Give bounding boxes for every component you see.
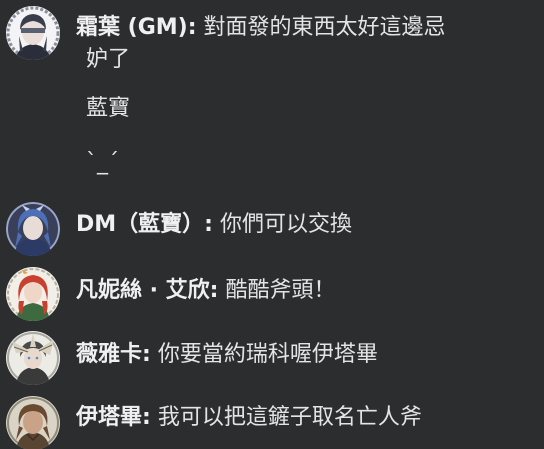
chat-message: 薇雅卡: 你要當約瑞科喔伊塔畢 — [0, 327, 544, 389]
author-name[interactable]: 伊塔畢: — [76, 405, 151, 430]
avatar[interactable] — [6, 267, 60, 321]
author-name[interactable]: 薇雅卡: — [76, 342, 151, 367]
message-text: 你們可以交換 — [219, 212, 352, 237]
masked-character-avatar-icon — [6, 6, 60, 60]
feathered-character-avatar-icon — [6, 331, 60, 385]
message-text-wrap: 妒了 — [86, 47, 131, 72]
author-name[interactable]: DM（藍寶）: — [76, 212, 213, 237]
brown-haired-character-avatar-icon — [6, 396, 60, 449]
message-text-followup: `_´ — [86, 150, 119, 175]
avatar[interactable] — [6, 396, 60, 449]
red-haired-character-avatar-icon — [6, 267, 60, 321]
message-text: 對面發的東西太好這邊忌 — [203, 15, 446, 40]
author-name[interactable]: 霜葉 (GM): — [76, 15, 197, 40]
chat-log: 霜葉 (GM): 對面發的東西太好這邊忌 妒了 藍寶 `_´ DM（藍寶）: 你… — [0, 0, 544, 449]
avatar[interactable] — [6, 331, 60, 385]
message-text: 我可以把這鏟子取名亡人斧 — [157, 405, 422, 430]
message-text-followup: 藍寶 — [86, 96, 131, 121]
chat-message: 霜葉 (GM): 對面發的東西太好這邊忌 妒了 藍寶 `_´ — [0, 0, 544, 190]
message-text: 你要當約瑞科喔伊塔畢 — [157, 342, 378, 367]
avatar[interactable] — [6, 202, 60, 256]
chat-message: 伊塔畢: 我可以把這鏟子取名亡人斧 — [0, 392, 544, 449]
message-text: 酷酷斧頭！ — [225, 278, 336, 303]
author-name[interactable]: 凡妮絲 · 艾欣: — [76, 278, 218, 303]
blue-haired-character-avatar-icon — [6, 202, 60, 256]
chat-message: 凡妮絲 · 艾欣: 酷酷斧頭！ — [0, 263, 544, 325]
chat-message: DM（藍寶）: 你們可以交換 — [0, 198, 544, 260]
avatar[interactable] — [6, 6, 60, 60]
